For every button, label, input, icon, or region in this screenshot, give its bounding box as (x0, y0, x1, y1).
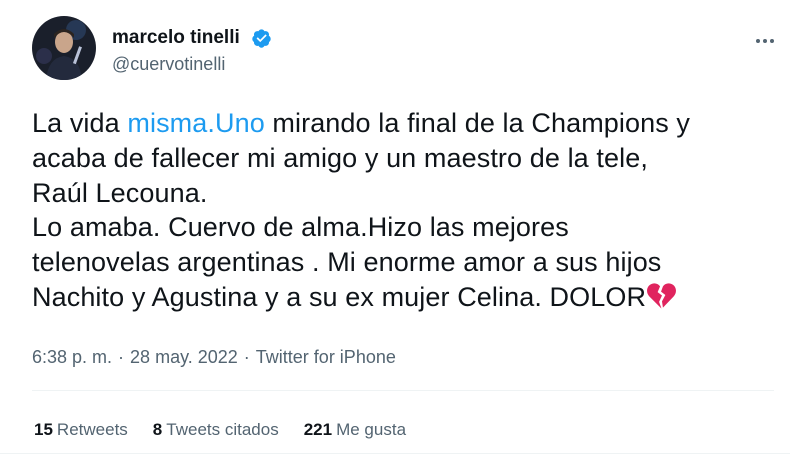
quote-tweets-label: Tweets citados (166, 420, 279, 439)
quote-tweets-stat[interactable]: 8 Tweets citados (153, 420, 279, 440)
divider (32, 390, 774, 391)
tweet-line-5: telenovelas argentinas . Mi enorme amor … (32, 247, 662, 278)
tweet-stats: 15 Retweets 8 Tweets citados 221 Me gusta (34, 420, 406, 440)
tweet-link[interactable]: misma.Uno (127, 108, 264, 138)
tweet-text: La vida misma.Uno mirando la final de la… (32, 106, 772, 315)
tweet-text-segment: mirando la final de la Champions y (264, 108, 691, 138)
likes-stat[interactable]: 221 Me gusta (304, 420, 406, 440)
tweet-meta: 6:38 p. m. · 28 may. 2022 · Twitter for iPho… (32, 347, 396, 368)
meta-separator: · (118, 347, 125, 367)
more-options-button[interactable] (748, 24, 782, 58)
tweet-date[interactable]: 28 may. 2022 (130, 347, 238, 367)
tweet-text-segment: Nachito y Agustina y a su ex mujer Celin… (32, 281, 647, 312)
author-handle[interactable]: @cuervotinelli (112, 54, 225, 75)
tweet-card: marcelo tinelli @cuervotinelli La vida m… (0, 0, 790, 454)
tweet-line-2: acaba de fallecer mi amigo y un maestro … (32, 142, 648, 173)
likes-label: Me gusta (336, 420, 407, 439)
more-dot-icon (763, 39, 767, 43)
likes-count: 221 (303, 420, 333, 439)
avatar-image (32, 16, 96, 80)
tweet-line-1: La vida misma.Uno mirando la final de la… (32, 106, 772, 141)
avatar[interactable] (32, 16, 96, 80)
tweet-line-3: Raúl Lecouna. (32, 177, 208, 208)
retweets-label: Retweets (56, 420, 128, 439)
tweet-text-segment: La vida (32, 108, 128, 138)
tweet-line-4: Lo amaba. Cuervo de alma.Hizo las mejore… (32, 212, 569, 243)
tweet-source[interactable]: Twitter for iPhone (256, 347, 396, 367)
retweets-count: 15 (34, 420, 53, 439)
author-name[interactable]: marcelo tinelli (112, 27, 240, 49)
tweet-line-6: Nachito y Agustina y a su ex mujer Celin… (32, 280, 772, 315)
quote-tweets-count: 8 (152, 420, 163, 439)
meta-separator: · (243, 347, 250, 367)
more-dot-icon (770, 39, 774, 43)
verified-badge-icon (252, 29, 271, 48)
broken-heart-icon (647, 283, 677, 309)
retweets-stat[interactable]: 15 Retweets (34, 420, 128, 440)
more-dot-icon (756, 39, 760, 43)
tweet-time[interactable]: 6:38 p. m. (32, 347, 112, 367)
